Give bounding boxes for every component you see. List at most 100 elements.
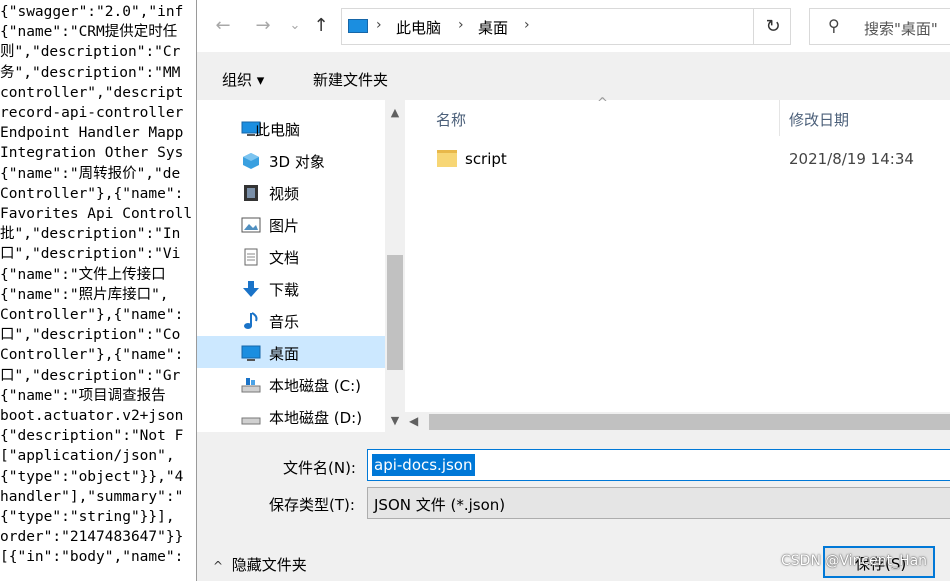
sidebar-item-label: 下载: [269, 281, 300, 299]
search-box[interactable]: ⚲ 搜索"桌面": [809, 8, 950, 45]
breadcrumb-desktop[interactable]: 桌面: [478, 17, 508, 38]
folder-icon: [437, 150, 457, 167]
background-text-line: {"name":"项目调查报告: [0, 387, 166, 404]
sidebar-item-videos[interactable]: 视频: [197, 176, 385, 208]
breadcrumb-this-pc[interactable]: 此电脑: [396, 17, 441, 38]
background-text-line: {"name":"周转报价","de: [0, 165, 181, 182]
background-text-line: controller","descript: [0, 84, 184, 101]
save-as-dialog: ← → ⌄ ↑ › 此电脑 › 桌面 › ↻ ⚲ 搜索"桌面" 组织 ▾ 新建文…: [196, 0, 950, 581]
filetype-value: JSON 文件 (*.json): [374, 496, 506, 514]
scroll-down-icon[interactable]: ▼: [385, 414, 405, 427]
table-row[interactable]: script 2021/8/19 14:34: [405, 144, 950, 174]
back-icon[interactable]: ←: [211, 14, 235, 38]
column-header-name[interactable]: 名称: [436, 109, 466, 130]
background-text-line: Controller"},{"name":: [0, 347, 184, 364]
up-icon[interactable]: ↑: [309, 14, 333, 38]
3d-objects-icon: [243, 153, 259, 169]
command-bar: 组织 ▾ 新建文件夹: [197, 52, 950, 100]
background-text-line: 务","description":"MM: [0, 64, 181, 81]
hide-folders-toggle[interactable]: ^ 隐藏文件夹: [213, 554, 307, 575]
file-list: ^ 名称 修改日期 script 2021/8/19 14:34: [405, 96, 950, 432]
background-text-line: handler"],"summary":": [0, 488, 184, 505]
search-icon: ⚲: [828, 16, 840, 35]
new-folder-button[interactable]: 新建文件夹: [313, 69, 388, 90]
background-json-text: {"swagger":"2.0","inf {"name":"CRM提供定时任 则"…: [0, 0, 200, 581]
sidebar-item-this-pc[interactable]: 此电脑: [197, 112, 385, 144]
navigation-bar: ← → ⌄ ↑ › 此电脑 › 桌面 › ↻ ⚲ 搜索"桌面": [197, 0, 950, 52]
background-text-line: Controller"},{"name":: [0, 185, 184, 202]
filetype-label: 保存类型(T):: [269, 496, 355, 514]
scrollbar-thumb[interactable]: [387, 255, 403, 370]
chevron-up-icon: ^: [213, 559, 224, 573]
address-bar[interactable]: › 此电脑 › 桌面 ›: [341, 8, 791, 45]
navigation-pane-scrollbar[interactable]: ▲ ▼: [385, 100, 405, 432]
sidebar-item-label: 本地磁盘 (C:): [269, 377, 361, 395]
file-name: script: [465, 150, 507, 168]
desktop-icon: [241, 345, 261, 361]
sidebar-item-label: 桌面: [269, 345, 300, 363]
refresh-icon[interactable]: ↻: [753, 8, 792, 45]
download-icon: [243, 281, 259, 297]
sort-ascending-icon: ^: [597, 96, 608, 111]
sidebar-item-pictures[interactable]: 图片: [197, 208, 385, 240]
background-text-line: {"description":"Not F: [0, 428, 184, 445]
organize-button[interactable]: 组织 ▾: [222, 69, 264, 90]
filetype-select[interactable]: JSON 文件 (*.json): [367, 487, 950, 519]
background-text-line: Endpoint Handler Mapp: [0, 125, 184, 142]
background-text-line: {"name":"照片库接口",: [0, 286, 169, 303]
drive-icon: [241, 378, 261, 393]
documents-icon: [244, 248, 258, 266]
sidebar-item-drive-c[interactable]: 本地磁盘 (C:): [197, 368, 385, 400]
background-text-line: {"name":"文件上传接口: [0, 266, 166, 283]
background-text-line: Favorites Api Controll: [0, 206, 193, 222]
background-text-line: [{"in":"body","name":: [0, 549, 184, 566]
hide-folders-label: 隐藏文件夹: [231, 556, 307, 574]
column-header: ^ 名称 修改日期: [405, 96, 950, 136]
file-list-horizontal-scrollbar[interactable]: ◀: [405, 412, 950, 432]
background-text-line: 则","description":"Cr: [0, 44, 181, 61]
background-text-line: {"name":"CRM提供定时任: [0, 24, 178, 41]
scroll-up-icon[interactable]: ▲: [385, 106, 405, 119]
breadcrumb-dropdown[interactable]: ›: [524, 17, 530, 33]
background-text-line: Controller"},{"name":: [0, 307, 184, 323]
background-text-line: {"type":"object"}},"4: [0, 468, 184, 485]
background-text-line: ["application/json",: [0, 448, 175, 465]
recent-locations-icon[interactable]: ⌄: [283, 14, 307, 38]
music-icon: [244, 312, 258, 329]
breadcrumb-separator: ›: [376, 17, 382, 33]
column-divider[interactable]: [779, 100, 780, 136]
sidebar-item-3d-objects[interactable]: 3D 对象: [197, 144, 385, 176]
sidebar-item-label: 视频: [269, 185, 300, 203]
sidebar-item-documents[interactable]: 文档: [197, 240, 385, 272]
navigation-pane: 此电脑 3D 对象 视频 图片 文档 下载 音乐 桌面 本地磁盘 (C:) 本地…: [197, 100, 405, 432]
breadcrumb-separator: ›: [458, 17, 464, 33]
sidebar-item-desktop[interactable]: 桌面: [197, 336, 385, 368]
background-text-line: record-api-controller: [0, 105, 184, 121]
background-text-line: 口","description":"Gr: [0, 367, 181, 384]
sidebar-item-label: 3D 对象: [269, 153, 325, 171]
sidebar-item-label: 本地磁盘 (D:): [269, 409, 363, 427]
filename-input[interactable]: api-docs.json: [367, 449, 950, 481]
drive-icon: [241, 417, 261, 425]
scroll-left-icon[interactable]: ◀: [409, 414, 418, 428]
sidebar-item-label: 图片: [269, 217, 300, 235]
background-text-line: Integration Other Sys: [0, 145, 184, 162]
search-placeholder: 搜索"桌面": [864, 20, 938, 38]
sidebar-item-drive-d[interactable]: 本地磁盘 (D:): [197, 400, 385, 432]
background-text-line: order":"2147483647"}}: [0, 529, 184, 546]
background-text-line: boot.actuator.v2+json: [0, 408, 184, 424]
scrollbar-thumb[interactable]: [429, 414, 950, 430]
sidebar-item-label: 文档: [269, 249, 300, 267]
sidebar-item-music[interactable]: 音乐: [197, 304, 385, 336]
forward-icon[interactable]: →: [251, 14, 275, 38]
background-text-line: {"type":"string"}}],: [0, 509, 175, 525]
sidebar-item-label: 此电脑: [255, 121, 301, 139]
column-header-date[interactable]: 修改日期: [789, 109, 849, 130]
filename-label: 文件名(N):: [283, 459, 356, 477]
computer-icon: [348, 19, 368, 33]
sidebar-item-downloads[interactable]: 下载: [197, 272, 385, 304]
background-text-line: 批","description":"In: [0, 226, 181, 243]
background-text-line: 口","description":"Co: [0, 327, 181, 344]
sidebar-item-label: 音乐: [269, 313, 300, 331]
video-icon: [244, 185, 258, 201]
